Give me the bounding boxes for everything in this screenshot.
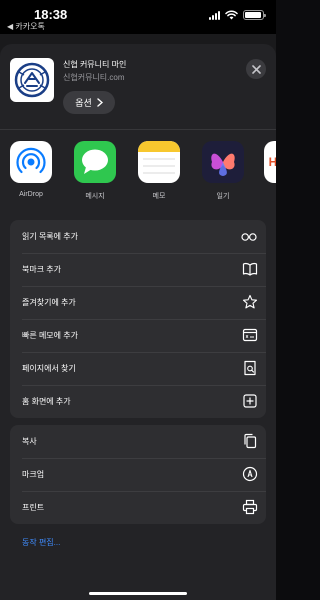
back-to-app-link[interactable]: ◀ 카카오톡 (7, 21, 45, 32)
status-bar: 18:38 ◀ 카카오톡 (0, 0, 276, 34)
partial-app[interactable]: H (264, 141, 276, 183)
app-label-notes: 메모 (152, 193, 166, 200)
add-bookmark-action[interactable]: 북마크 추가 (10, 253, 266, 286)
row-separator (22, 491, 266, 492)
options-label: 옵션 (75, 98, 92, 108)
star-icon (242, 294, 258, 309)
add-to-home-screen-action[interactable]: 홈 화면에 추가 (10, 385, 266, 418)
printer-icon (242, 499, 258, 515)
action-label: 읽기 목록에 추가 (22, 232, 78, 241)
action-label: 프린트 (22, 503, 45, 512)
messages-app[interactable] (74, 141, 116, 183)
find-in-page-action[interactable]: 페이지에서 찾기 (10, 352, 266, 385)
home-indicator (89, 592, 187, 595)
messages-icon (82, 149, 108, 174)
actions-group-secondary: 복사 마크업 프린트 (10, 425, 266, 524)
action-label: 빠른 메모에 추가 (22, 331, 78, 340)
action-label: 즐겨찾기에 추가 (22, 298, 76, 307)
copy-action[interactable]: 복사 (10, 425, 266, 458)
header-divider (0, 129, 276, 130)
action-label: 북마크 추가 (22, 265, 62, 274)
add-to-reading-list-action[interactable]: 읽기 목록에 추가 (10, 220, 266, 253)
battery-icon (243, 10, 266, 20)
status-icons (209, 10, 266, 20)
add-to-favorites-action[interactable]: 즐겨찾기에 추가 (10, 286, 266, 319)
cellular-signal-icon (209, 10, 220, 20)
action-label: 페이지에서 찾기 (22, 364, 76, 373)
airdrop-app[interactable] (10, 141, 52, 183)
airdrop-icon (16, 147, 46, 174)
markup-icon (242, 466, 258, 482)
chevron-right-icon (97, 98, 103, 107)
page-url: 신협커뮤니티.com (63, 73, 125, 82)
partial-app-letter: H (268, 155, 276, 169)
row-separator (22, 352, 266, 353)
copy-icon (244, 433, 257, 449)
journal-icon (211, 153, 235, 176)
glasses-icon (241, 233, 257, 241)
page-title: 신협 커뮤니티 마인 (63, 60, 127, 69)
row-separator (22, 253, 266, 254)
row-separator (22, 286, 266, 287)
options-button[interactable]: 옵션 (63, 91, 115, 114)
row-separator (22, 319, 266, 320)
markup-action[interactable]: 마크업 (10, 458, 266, 491)
journal-app[interactable] (202, 141, 244, 183)
book-icon (242, 262, 258, 276)
notes-icon (138, 141, 180, 174)
action-label: 마크업 (22, 470, 45, 479)
quick-note-icon (242, 328, 258, 342)
share-apps-row: H (0, 141, 276, 183)
site-logo-icon (10, 58, 54, 102)
row-separator (22, 458, 266, 459)
actions-group-primary: 읽기 목록에 추가 북마크 추가 즐겨찾기에 추가 빠른 메모에 추가 페이지에… (10, 220, 266, 418)
find-in-page-icon (244, 360, 256, 376)
app-label-journal: 일기 (216, 193, 230, 200)
add-square-icon (243, 394, 257, 408)
close-icon (251, 64, 261, 74)
row-separator (22, 385, 266, 386)
close-button[interactable] (246, 59, 266, 79)
wifi-icon (225, 10, 238, 20)
app-label-messages: 메시지 (85, 193, 105, 200)
action-label: 홈 화면에 추가 (22, 397, 71, 406)
status-time: 18:38 (34, 7, 68, 22)
print-action[interactable]: 프린트 (10, 491, 266, 524)
notes-app[interactable] (138, 141, 180, 183)
add-to-quick-note-action[interactable]: 빠른 메모에 추가 (10, 319, 266, 352)
action-label: 복사 (22, 437, 37, 446)
app-label-airdrop: AirDrop (19, 191, 43, 198)
edit-actions-link[interactable]: 동작 편집... (22, 537, 60, 548)
